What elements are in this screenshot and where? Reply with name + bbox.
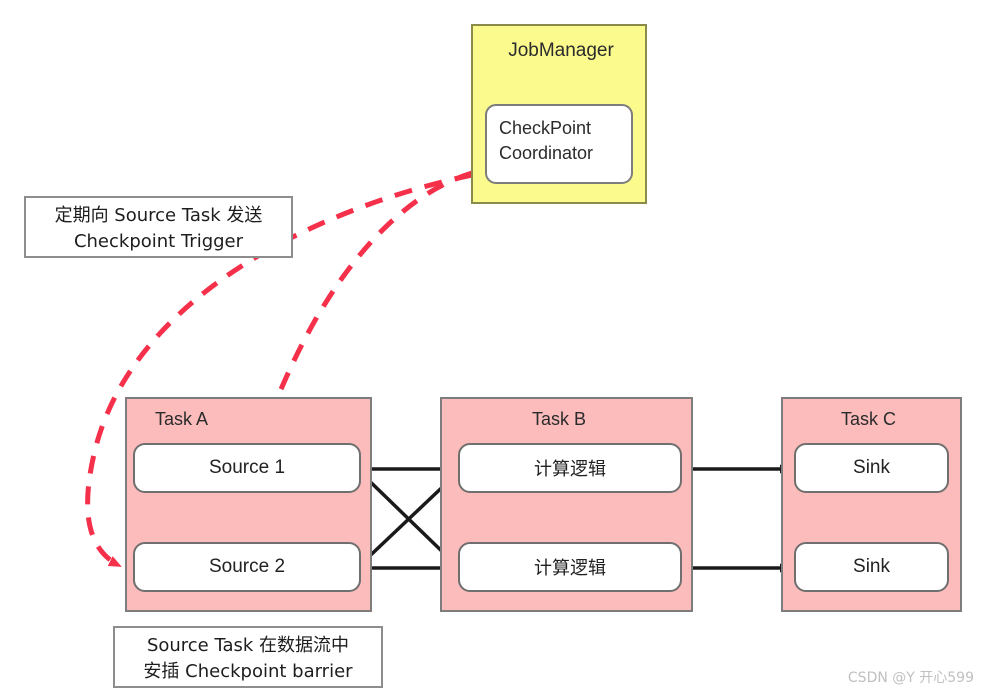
operator-task-b-1: 计算逻辑 xyxy=(458,443,682,493)
note-checkpoint-trigger-line2: Checkpoint Trigger xyxy=(73,231,244,252)
operator-sink-1: Sink xyxy=(794,443,949,493)
jobmanager-title: JobManager xyxy=(508,40,614,61)
operator-sink-2: Sink xyxy=(794,542,949,592)
task-a-box: Task A Source 1 Source 2 xyxy=(125,397,372,612)
operator-source-2: Source 2 xyxy=(133,542,361,592)
task-b-box: Task B 计算逻辑 计算逻辑 xyxy=(440,397,693,612)
task-c-box: Task C Sink Sink xyxy=(781,397,962,612)
note-checkpoint-barrier-line1: Source Task 在数据流中 xyxy=(146,635,350,656)
task-a-title: Task A xyxy=(155,409,209,429)
task-b-title: Task B xyxy=(532,409,587,429)
operator-task-b-2: 计算逻辑 xyxy=(458,542,682,592)
checkpoint-coordinator-label-line2: Coordinator xyxy=(499,143,594,163)
note-checkpoint-trigger-line1: 定期向 Source Task 发送 xyxy=(54,205,263,226)
operator-source-1: Source 1 xyxy=(133,443,361,493)
note-checkpoint-barrier-line2: 安插 Checkpoint barrier xyxy=(143,661,353,682)
task-c-title: Task C xyxy=(841,409,897,429)
checkpoint-coordinator-box: CheckPoint Coordinator xyxy=(485,104,633,184)
watermark-label: CSDN @Y 开心599 xyxy=(847,670,974,686)
diagram-canvas: JobManager CheckPoint Coordinator Task A… xyxy=(0,0,990,697)
note-checkpoint-trigger: 定期向 Source Task 发送 Checkpoint Trigger xyxy=(24,196,293,258)
note-checkpoint-barrier: Source Task 在数据流中 安插 Checkpoint barrier xyxy=(113,626,383,688)
checkpoint-coordinator-label-line1: CheckPoint xyxy=(499,118,592,138)
